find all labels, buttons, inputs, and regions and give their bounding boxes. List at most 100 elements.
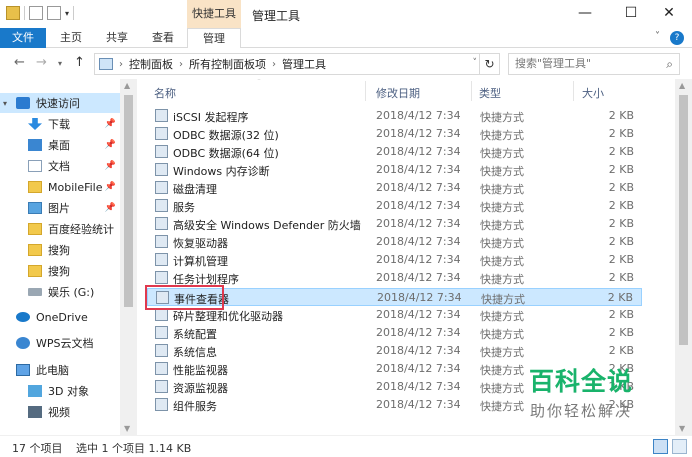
sidebar-item-quick-access[interactable]: ▾ 快速访问 <box>0 93 120 113</box>
sidebar-item-wps-cloud[interactable]: WPS云文档 <box>0 333 120 353</box>
navigation-bar: ← → ▾ ↑ › 控制面板 › 所有控制面板项 › 管理工具 ˅ ↻ 搜索"管… <box>0 49 692 79</box>
new-folder-icon[interactable] <box>47 6 61 20</box>
odbc-icon <box>155 127 168 140</box>
scroll-up-icon[interactable]: ▲ <box>679 81 685 90</box>
sidebar-item-documents[interactable]: 文档 📌 <box>0 156 120 176</box>
recovery-drive-icon <box>155 235 168 248</box>
tab-file[interactable]: 文件 <box>0 28 46 48</box>
chevron-right-icon[interactable]: › <box>119 59 123 70</box>
chevron-right-icon[interactable]: › <box>272 59 276 70</box>
back-arrow-icon[interactable]: ← <box>14 55 25 70</box>
tab-share[interactable]: 共享 <box>98 28 136 48</box>
column-type[interactable]: 类型 <box>479 85 501 101</box>
address-dropdown-icon[interactable]: ˅ <box>473 58 478 68</box>
file-row[interactable]: 计算机管理 2018/4/12 7:34 快捷方式 2 KB <box>147 251 642 269</box>
column-modified[interactable]: 修改日期 <box>376 85 420 101</box>
resource-monitor-icon <box>155 380 168 393</box>
sidebar-item-label: 桌面 <box>48 139 70 152</box>
pin-icon: 📌 <box>104 182 116 192</box>
scrollbar-thumb[interactable] <box>124 95 133 307</box>
search-icon[interactable]: ⌕ <box>666 54 673 74</box>
search-input[interactable]: 搜索"管理工具" ⌕ <box>508 53 680 75</box>
file-size: 2 KB <box>608 181 634 194</box>
file-row[interactable]: 服务 2018/4/12 7:34 快捷方式 2 KB <box>147 197 642 215</box>
sidebar-scrollbar[interactable]: ▲ ▼ <box>120 79 137 435</box>
scroll-down-icon[interactable]: ▼ <box>679 424 685 433</box>
tab-manage[interactable]: 管理 <box>187 28 241 48</box>
properties-icon[interactable] <box>29 6 43 20</box>
chevron-right-icon[interactable]: › <box>179 59 183 70</box>
file-date: 2018/4/12 7:34 <box>376 398 461 411</box>
sidebar-item-baidu-stats[interactable]: 百度经验统计 <box>0 219 120 239</box>
file-row[interactable]: ODBC 数据源(32 位) 2018/4/12 7:34 快捷方式 2 KB <box>147 125 642 143</box>
scroll-down-icon[interactable]: ▼ <box>124 424 130 433</box>
sidebar-item-mobilefile[interactable]: MobileFile 📌 <box>0 177 120 197</box>
recent-locations-icon[interactable]: ▾ <box>58 59 62 68</box>
sidebar-item-sogou-2[interactable]: 搜狗 <box>0 261 120 281</box>
file-row[interactable]: 系统配置 2018/4/12 7:34 快捷方式 2 KB <box>147 324 642 342</box>
breadcrumb-admin-tools[interactable]: 管理工具 <box>282 56 326 72</box>
file-name: 系统配置 <box>173 328 217 341</box>
file-row[interactable]: iSCSI 发起程序 2018/4/12 7:34 快捷方式 2 KB <box>147 107 642 125</box>
sidebar-item-this-pc[interactable]: 此电脑 <box>0 360 120 380</box>
chevron-down-icon[interactable]: ▾ <box>3 99 7 108</box>
tab-view[interactable]: 查看 <box>144 28 182 48</box>
file-list-scrollbar[interactable]: ▲ ▼ <box>675 79 692 435</box>
ribbon-collapse-button[interactable]: ˅ <box>655 31 660 45</box>
computer-management-icon <box>155 253 168 266</box>
customize-toolbar-icon[interactable]: ▾ <box>65 9 69 18</box>
tab-home[interactable]: 主页 <box>52 28 90 48</box>
file-date: 2018/4/12 7:34 <box>376 163 461 176</box>
forward-arrow-icon[interactable]: → <box>36 55 47 70</box>
details-view-icon[interactable] <box>653 439 668 454</box>
refresh-icon[interactable]: ↻ <box>479 54 499 74</box>
file-date: 2018/4/12 7:34 <box>376 362 461 375</box>
desktop-icon <box>28 139 42 151</box>
large-icons-view-icon[interactable] <box>672 439 687 454</box>
file-row[interactable]: ODBC 数据源(64 位) 2018/4/12 7:34 快捷方式 2 KB <box>147 143 642 161</box>
up-arrow-icon[interactable]: ↑ <box>74 55 85 70</box>
breadcrumb-all-items[interactable]: 所有控制面板项 <box>189 56 266 72</box>
scrollbar-thumb[interactable] <box>679 95 688 345</box>
odbc-icon <box>155 145 168 158</box>
disk-cleanup-icon <box>155 181 168 194</box>
sidebar-item-label: 搜狗 <box>48 244 70 257</box>
column-name[interactable]: 名称 <box>154 85 176 101</box>
file-size: 2 KB <box>608 235 634 248</box>
close-button[interactable]: ✕ <box>646 0 692 28</box>
file-row[interactable]: 磁盘清理 2018/4/12 7:34 快捷方式 2 KB <box>147 179 642 197</box>
file-row[interactable]: 系统信息 2018/4/12 7:34 快捷方式 2 KB <box>147 342 642 360</box>
quick-access-toolbar: ▾ <box>6 6 75 20</box>
file-date: 2018/4/12 7:34 <box>376 271 461 284</box>
file-date: 2018/4/12 7:34 <box>376 109 461 122</box>
file-row[interactable]: 高级安全 Windows Defender 防火墙 2018/4/12 7:34… <box>147 215 642 233</box>
scroll-up-icon[interactable]: ▲ <box>124 81 130 90</box>
sidebar-item-videos[interactable]: 视频 <box>0 402 120 422</box>
sidebar-item-desktop[interactable]: 桌面 📌 <box>0 135 120 155</box>
file-size: 2 KB <box>608 344 634 357</box>
sidebar-item-downloads[interactable]: 下载 📌 <box>0 114 120 134</box>
watermark: 百科全说 助你轻松解决 <box>516 362 646 421</box>
sidebar-item-pictures[interactable]: 图片 📌 <box>0 198 120 218</box>
file-row[interactable]: Windows 内存诊断 2018/4/12 7:34 快捷方式 2 KB <box>147 161 642 179</box>
column-size[interactable]: 大小 <box>582 85 604 101</box>
sidebar-item-label: 文档 <box>48 160 70 173</box>
file-name: 恢复驱动器 <box>173 237 228 250</box>
firewall-icon <box>155 217 168 230</box>
sidebar-item-3d-objects[interactable]: 3D 对象 <box>0 381 120 401</box>
breadcrumb-control-panel[interactable]: 控制面板 <box>129 56 173 72</box>
sidebar-item-label: 此电脑 <box>36 364 69 377</box>
column-divider[interactable] <box>365 81 366 101</box>
sidebar-item-onedrive[interactable]: OneDrive <box>0 307 120 327</box>
column-divider[interactable] <box>573 81 574 101</box>
address-bar[interactable]: › 控制面板 › 所有控制面板项 › 管理工具 ˅ ↻ <box>94 53 500 75</box>
sidebar-item-drive-g[interactable]: 娱乐 (G:) <box>0 282 120 302</box>
column-divider[interactable] <box>471 81 472 101</box>
help-icon[interactable]: ? <box>670 31 684 45</box>
sidebar-item-sogou[interactable]: 搜狗 <box>0 240 120 260</box>
file-name: ODBC 数据源(64 位) <box>173 147 279 160</box>
minimize-button[interactable]: — <box>562 0 608 28</box>
watermark-title: 百科全说 <box>528 367 633 396</box>
file-type: 快捷方式 <box>480 183 524 196</box>
file-row[interactable]: 恢复驱动器 2018/4/12 7:34 快捷方式 2 KB <box>147 233 642 251</box>
